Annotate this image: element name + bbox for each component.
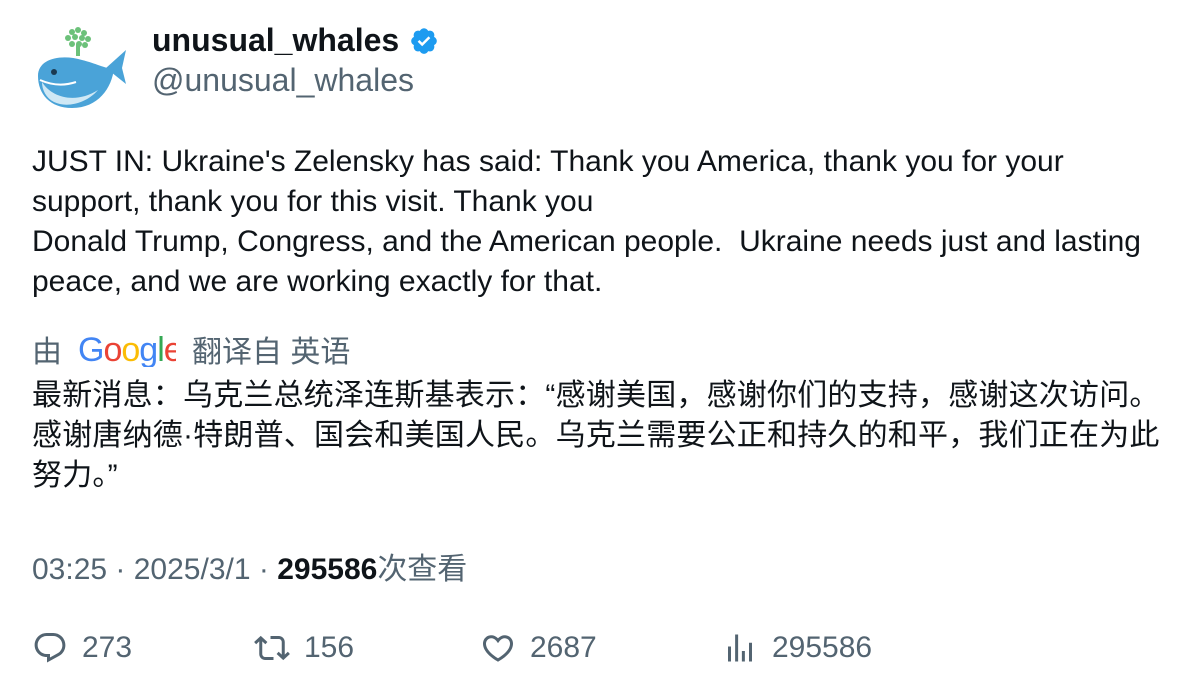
tweet-date[interactable]: 2025/3/1 bbox=[134, 553, 251, 586]
like-count: 2687 bbox=[530, 631, 597, 664]
retweet-button[interactable]: 156 bbox=[254, 630, 354, 666]
verified-badge-icon bbox=[411, 27, 437, 54]
tweet-text-line: Donald Trump, Congress, and the American… bbox=[32, 225, 1150, 298]
views-label: 次查看 bbox=[377, 553, 468, 586]
tweet-time[interactable]: 03:25 bbox=[32, 553, 107, 586]
retweet-icon bbox=[254, 635, 290, 661]
avatar[interactable] bbox=[32, 24, 128, 114]
views-count: 295586 bbox=[277, 553, 378, 586]
action-bar: 273 156 2687 295586 bbox=[32, 630, 1172, 674]
tweet-text: JUST IN: Ukraine's Zelensky has said: Th… bbox=[32, 142, 1162, 302]
tweet-meta: 03:25 · 2025/3/1 · 295586次查看 bbox=[32, 544, 467, 588]
meta-separator: · bbox=[250, 553, 278, 586]
author-handle[interactable]: @unusual_whales bbox=[152, 62, 414, 99]
author-name-row[interactable]: unusual_whales bbox=[152, 22, 439, 59]
retweet-count: 156 bbox=[304, 631, 355, 664]
google-logo: Google bbox=[78, 331, 176, 367]
svg-text:Google: Google bbox=[78, 331, 176, 367]
translation-attribution: 由 Google 翻译自 英语 bbox=[32, 327, 350, 371]
translated-from-label[interactable]: 翻译自 英语 bbox=[192, 327, 350, 371]
reply-count: 273 bbox=[82, 631, 133, 664]
translated-by-label: 由 bbox=[32, 336, 62, 369]
reply-icon bbox=[34, 633, 66, 663]
whale-icon bbox=[38, 27, 126, 108]
views-action-count: 295586 bbox=[772, 631, 873, 664]
tweet-text-line: JUST IN: Ukraine's Zelensky has said: Th… bbox=[32, 145, 1073, 218]
reply-button[interactable]: 273 bbox=[32, 630, 132, 666]
like-button[interactable]: 2687 bbox=[480, 630, 597, 666]
author-name[interactable]: unusual_whales bbox=[152, 22, 399, 59]
views-button[interactable]: 295586 bbox=[722, 630, 872, 666]
analytics-icon bbox=[728, 634, 752, 662]
heart-icon bbox=[482, 635, 514, 662]
meta-separator: · bbox=[107, 553, 134, 586]
translated-text: 最新消息：乌克兰总统泽连斯基表示：“感谢美国，感谢你们的支持，感谢这次访问。感谢… bbox=[32, 379, 1160, 492]
